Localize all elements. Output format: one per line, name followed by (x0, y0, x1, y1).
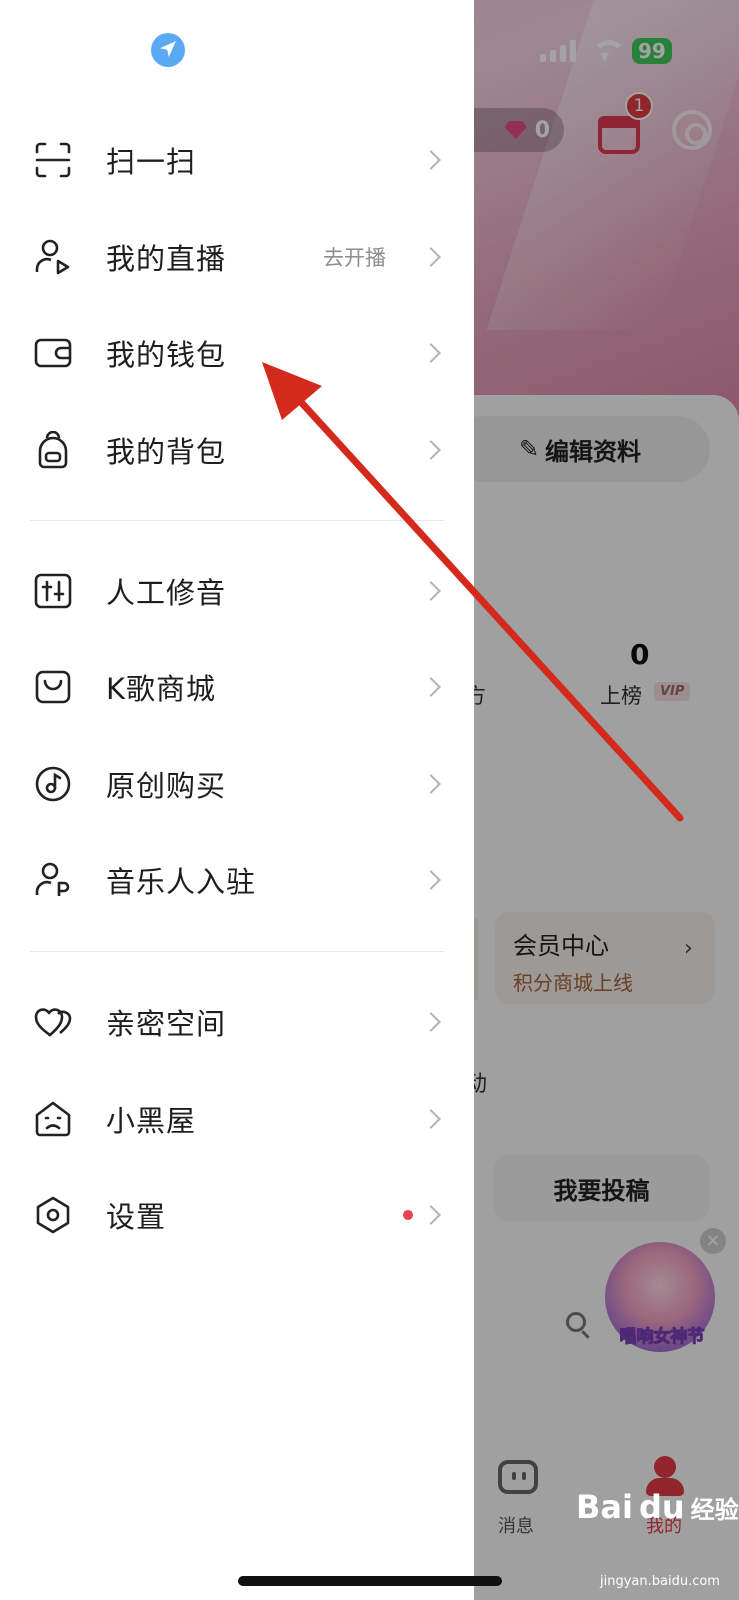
watermark-url: jingyan.baidu.com (600, 1574, 720, 1589)
watermark-brand: Bai (576, 1488, 633, 1526)
annotation-arrow (262, 362, 684, 822)
watermark-brand-paw: du (638, 1488, 685, 1526)
watermark-suffix: 经验 (690, 1496, 739, 1524)
home-indicator[interactable] (238, 1576, 502, 1586)
baidu-watermark: Bai du 经验 (576, 1488, 739, 1526)
